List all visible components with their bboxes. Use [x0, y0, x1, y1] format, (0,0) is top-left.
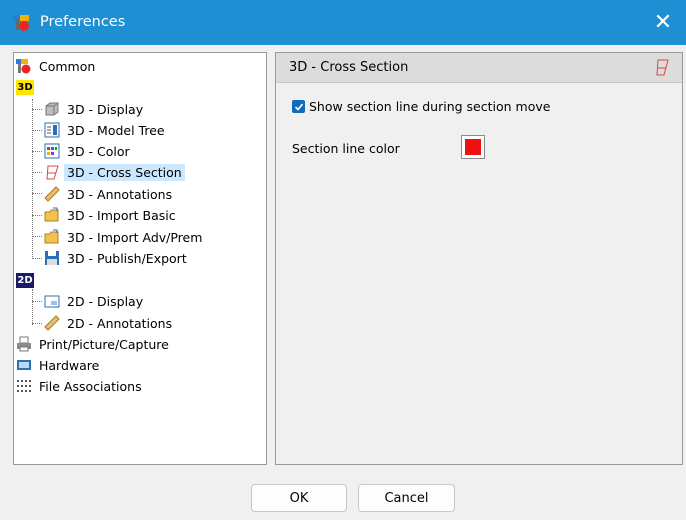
model-tree-icon — [44, 122, 60, 138]
tree-item-hardware[interactable]: Hardware — [16, 355, 102, 375]
title-bar[interactable]: Preferences ✕ — [0, 0, 686, 45]
ruler-icon — [44, 186, 60, 202]
folder-import-icon — [44, 207, 60, 223]
tree-item-2d-annotations[interactable]: 2D - Annotations — [44, 313, 175, 333]
checkmark-icon — [294, 102, 303, 111]
tree-connector — [32, 99, 33, 259]
floppy-disk-icon — [44, 250, 60, 266]
tree-item-3d-import-adv-prem[interactable]: 3D - Import Adv/Prem — [44, 227, 205, 247]
tree-connector — [32, 323, 42, 324]
ok-button[interactable]: OK — [251, 484, 347, 512]
tree-connector — [32, 130, 42, 131]
cube-icon — [44, 101, 60, 117]
cross-section-icon — [654, 58, 670, 76]
close-icon: ✕ — [653, 10, 673, 35]
tree-connector — [32, 215, 42, 216]
tree-item-3d-cross-section[interactable]: 3D - Cross Section — [44, 162, 185, 182]
2d-badge-icon: 2D — [16, 272, 34, 288]
tree-connector — [32, 193, 42, 194]
preferences-window: Preferences ✕ Common 3D 3D - Display 3D … — [0, 0, 686, 520]
hardware-icon — [16, 357, 32, 373]
folder-import-icon — [44, 229, 60, 245]
panel-title: 3D - Cross Section — [289, 60, 409, 75]
show-section-line-checkbox[interactable] — [292, 100, 305, 113]
tree-item-3d-import-basic[interactable]: 3D - Import Basic — [44, 205, 179, 225]
file-associations-icon — [16, 378, 32, 394]
tree-connector — [32, 236, 42, 237]
show-section-line-option[interactable]: Show section line during section move — [292, 99, 550, 114]
tree-item-3d-model-tree[interactable]: 3D - Model Tree — [44, 120, 168, 140]
tree-item-file-associations[interactable]: File Associations — [16, 376, 145, 396]
tree-item-common[interactable]: Common — [16, 56, 98, 76]
tree-connector — [32, 289, 33, 325]
tree-item-3d-annotations[interactable]: 3D - Annotations — [44, 184, 175, 204]
settings-panel: 3D - Cross Section Show section line dur… — [275, 52, 683, 465]
tree-connector — [32, 151, 42, 152]
common-icon — [16, 58, 32, 74]
cancel-button[interactable]: Cancel — [358, 484, 455, 512]
section-line-color-label: Section line color — [292, 141, 400, 156]
display-2d-icon — [44, 293, 60, 309]
tree-connector — [32, 258, 42, 259]
show-section-line-label: Show section line during section move — [309, 99, 551, 114]
tree-item-print-picture-capture[interactable]: Print/Picture/Capture — [16, 334, 172, 354]
printer-icon — [16, 336, 32, 352]
3d-badge-icon: 3D — [16, 79, 34, 95]
tree-item-3d-publish-export[interactable]: 3D - Publish/Export — [44, 248, 190, 268]
tree-connector — [32, 301, 42, 302]
section-line-color-fill — [465, 139, 481, 155]
close-button[interactable]: ✕ — [640, 0, 686, 45]
panel-header: 3D - Cross Section — [276, 53, 682, 83]
tree-item-2d-group[interactable]: 2D — [16, 270, 38, 290]
ruler-icon — [44, 315, 60, 331]
tree-item-3d-color[interactable]: 3D - Color — [44, 141, 133, 161]
app-icon — [12, 13, 32, 33]
tree-connector — [32, 172, 42, 173]
window-title: Preferences — [40, 14, 126, 30]
preferences-tree[interactable]: Common 3D 3D - Display 3D - Model Tree 3… — [13, 52, 267, 465]
color-palette-icon — [44, 143, 60, 159]
tree-item-3d-display[interactable]: 3D - Display — [44, 99, 146, 119]
tree-connector — [32, 109, 42, 110]
tree-item-2d-display[interactable]: 2D - Display — [44, 291, 146, 311]
tree-item-3d-group[interactable]: 3D — [16, 77, 38, 97]
cross-section-icon — [44, 164, 60, 180]
section-line-color-button[interactable] — [461, 135, 485, 159]
